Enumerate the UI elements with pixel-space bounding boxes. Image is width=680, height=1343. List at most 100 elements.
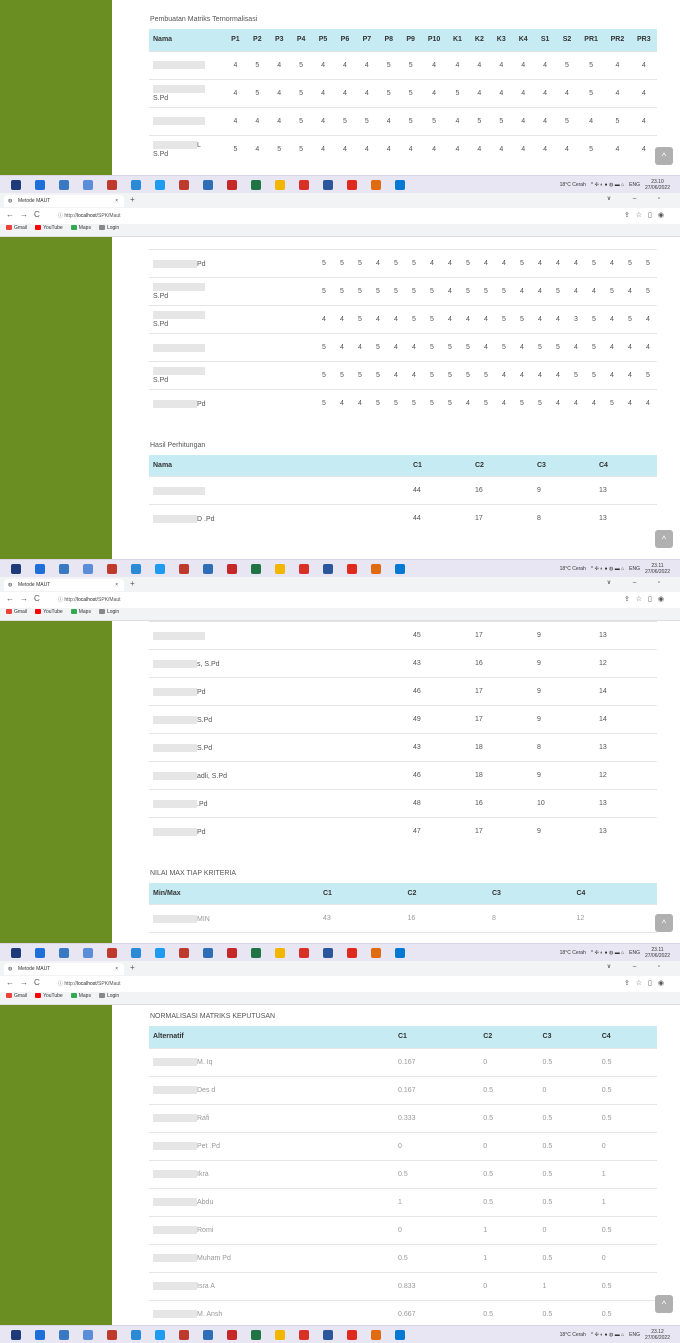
bookmark-item[interactable]: Gmail	[6, 609, 27, 615]
taskbar-app-icon[interactable]	[155, 947, 165, 958]
taskbar-app-icon[interactable]	[251, 179, 261, 190]
weather-text[interactable]: 18°C Cerah	[560, 950, 586, 956]
tray-icons[interactable]: ^ ✣ ◐ ● ◍ ▬ ⌂	[591, 566, 624, 572]
taskbar-app-icon[interactable]	[35, 1329, 45, 1340]
bookmark-item[interactable]: YouTube	[35, 609, 63, 615]
bookmark-item[interactable]: Maps	[70, 609, 91, 615]
clock[interactable]: 23.12 27/06/2022	[645, 1329, 670, 1341]
taskbar-app-icon[interactable]	[371, 1329, 381, 1340]
taskbar-app-icon[interactable]	[347, 947, 357, 958]
back-button[interactable]: ←	[6, 594, 14, 603]
back-button[interactable]: ←	[6, 210, 14, 219]
taskbar-app-icon[interactable]	[83, 179, 93, 190]
bookmark-item[interactable]: Login	[98, 993, 119, 999]
close-icon[interactable]: ×	[115, 963, 118, 975]
bookmark-item[interactable]: Login	[98, 609, 119, 615]
taskbar-app-icon[interactable]	[395, 179, 405, 190]
taskbar-app-icon[interactable]	[275, 947, 285, 958]
scroll-up-button[interactable]: ^	[655, 914, 673, 932]
windows-start-icon[interactable]	[11, 563, 21, 574]
taskbar-app-icon[interactable]	[83, 1329, 93, 1340]
taskbar-app-icon[interactable]	[155, 179, 165, 190]
bookmark-item[interactable]: Gmail	[6, 993, 27, 999]
windows-start-icon[interactable]	[11, 947, 21, 958]
reload-button[interactable]: C	[34, 210, 40, 219]
taskbar-app-icon[interactable]	[179, 947, 189, 958]
reload-button[interactable]: C	[34, 594, 40, 603]
tray-icons[interactable]: ^ ✣ ◐ ● ◍ ▬ ⌂	[591, 950, 624, 956]
bookmark-item[interactable]: Maps	[70, 225, 91, 231]
taskbar-app-icon[interactable]	[35, 179, 45, 190]
toolbar-icons[interactable]: ⇪☆▯◉	[624, 979, 670, 987]
taskbar-app-icon[interactable]	[203, 563, 213, 574]
window-controls[interactable]: ∨ – ▫	[607, 195, 670, 202]
bookmark-item[interactable]: YouTube	[35, 225, 63, 231]
window-controls[interactable]: ∨ – ▫	[607, 963, 670, 970]
taskbar-app-icon[interactable]	[107, 947, 117, 958]
toolbar-icons[interactable]: ⇪☆▯◉	[624, 211, 670, 219]
taskbar-app-icon[interactable]	[275, 1329, 285, 1340]
close-icon[interactable]: ×	[115, 195, 118, 207]
taskbar-app-icon[interactable]	[347, 179, 357, 190]
windows-start-icon[interactable]	[11, 179, 21, 190]
url-bar[interactable]: ⓘ http://localhost/SPK/Maut	[58, 596, 121, 603]
taskbar-app-icon[interactable]	[275, 563, 285, 574]
forward-button[interactable]: →	[20, 594, 28, 603]
taskbar-app-icon[interactable]	[59, 947, 69, 958]
taskbar-app-icon[interactable]	[227, 1329, 237, 1340]
taskbar-app-icon[interactable]	[131, 1329, 141, 1340]
browser-tab[interactable]: ◍ Metode MAUT ×	[4, 195, 124, 207]
taskbar-app-icon[interactable]	[371, 947, 381, 958]
taskbar-app-icon[interactable]	[83, 563, 93, 574]
taskbar-app-icon[interactable]	[203, 179, 213, 190]
taskbar-app-icon[interactable]	[299, 563, 309, 574]
weather-text[interactable]: 18°C Cerah	[560, 1332, 586, 1338]
taskbar-app-icon[interactable]	[35, 563, 45, 574]
taskbar-app-icon[interactable]	[35, 947, 45, 958]
url-bar[interactable]: ⓘ http://localhost/SPK/Maut	[58, 980, 121, 987]
taskbar-app-icon[interactable]	[395, 563, 405, 574]
taskbar-app-icon[interactable]	[203, 947, 213, 958]
taskbar-app-icon[interactable]	[323, 179, 333, 190]
language-indicator[interactable]: ENG	[629, 950, 640, 956]
forward-button[interactable]: →	[20, 210, 28, 219]
windows-start-icon[interactable]	[11, 1329, 21, 1340]
language-indicator[interactable]: ENG	[629, 182, 640, 188]
taskbar-app-icon[interactable]	[59, 179, 69, 190]
taskbar-app-icon[interactable]	[203, 1329, 213, 1340]
tray-icons[interactable]: ^ ✣ ◐ ● ◍ ▬ ⌂	[591, 1332, 624, 1338]
taskbar-app-icon[interactable]	[227, 563, 237, 574]
new-tab-button[interactable]: +	[130, 195, 135, 204]
taskbar-app-icon[interactable]	[275, 179, 285, 190]
taskbar-app-icon[interactable]	[227, 947, 237, 958]
bookmark-item[interactable]: YouTube	[35, 993, 63, 999]
taskbar-app-icon[interactable]	[251, 563, 261, 574]
clock[interactable]: 23.11 27/06/2022	[645, 947, 670, 959]
language-indicator[interactable]: ENG	[629, 566, 640, 572]
taskbar-app-icon[interactable]	[107, 179, 117, 190]
bookmark-item[interactable]: Gmail	[6, 225, 27, 231]
taskbar-app-icon[interactable]	[371, 179, 381, 190]
taskbar-app-icon[interactable]	[179, 563, 189, 574]
taskbar-app-icon[interactable]	[155, 563, 165, 574]
weather-text[interactable]: 18°C Cerah	[560, 182, 586, 188]
taskbar-app-icon[interactable]	[299, 1329, 309, 1340]
clock[interactable]: 23.11 27/06/2022	[645, 563, 670, 575]
browser-tab[interactable]: ◍ Metode MAUT ×	[4, 963, 124, 975]
window-controls[interactable]: ∨ – ▫	[607, 579, 670, 586]
taskbar-app-icon[interactable]	[83, 947, 93, 958]
taskbar-app-icon[interactable]	[347, 1329, 357, 1340]
scroll-up-button[interactable]: ^	[655, 530, 673, 548]
taskbar-app-icon[interactable]	[179, 179, 189, 190]
reload-button[interactable]: C	[34, 978, 40, 987]
scroll-up-button[interactable]: ^	[655, 147, 673, 165]
weather-text[interactable]: 18°C Cerah	[560, 566, 586, 572]
forward-button[interactable]: →	[20, 978, 28, 987]
taskbar-app-icon[interactable]	[323, 1329, 333, 1340]
browser-tab[interactable]: ◍ Metode MAUT ×	[4, 579, 124, 591]
tray-icons[interactable]: ^ ✣ ◐ ● ◍ ▬ ⌂	[591, 182, 624, 188]
taskbar-app-icon[interactable]	[131, 563, 141, 574]
language-indicator[interactable]: ENG	[629, 1332, 640, 1338]
taskbar-app-icon[interactable]	[251, 947, 261, 958]
taskbar-app-icon[interactable]	[179, 1329, 189, 1340]
